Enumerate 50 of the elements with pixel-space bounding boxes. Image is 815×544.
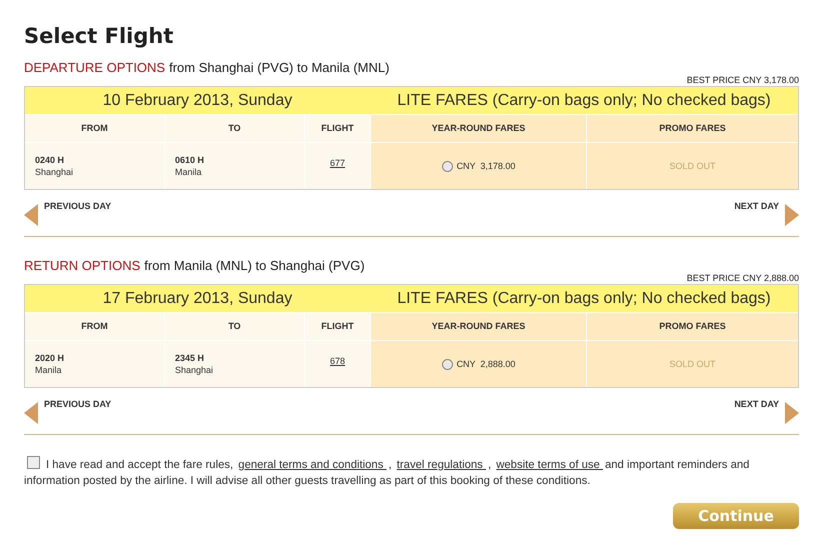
departure-time: 0240 H [35,154,66,166]
column-header: TO [165,115,305,142]
arrival-time: 2345 H [175,352,206,364]
arrival-city: Shanghai [175,364,214,376]
column-header: PROMO FARES [587,313,798,340]
route-text: from Manila (MNL) to Shanghai (PVG) [144,258,365,273]
terms-link[interactable]: website terms of use [496,459,603,471]
fare-radio[interactable] [442,160,453,172]
sold-out-text: SOLD OUT [669,161,716,171]
fare-price: CNY 2,888.00 [456,359,516,369]
section-label: RETURN OPTIONS [24,258,140,273]
column-header: TO [165,313,305,340]
section-label: DEPARTURE OPTIONS [24,60,166,75]
column-header: YEAR-ROUND FARES [371,115,587,142]
terms-link[interactable]: travel regulations [396,459,486,471]
fare-radio[interactable] [442,358,453,370]
departure-city: Shanghai [35,166,74,178]
previous-day-link[interactable]: PREVIOUS DAY [44,399,112,409]
left-arrow-icon[interactable] [24,204,38,226]
right-arrow-icon[interactable] [785,204,799,226]
sold-out-text: SOLD OUT [669,359,716,369]
next-day-link[interactable]: NEXT DAY [734,201,779,211]
column-header: FROM [25,313,165,340]
page-title: Select Flight [24,23,174,50]
departure-city: Manila [35,364,63,376]
flight-link[interactable]: 678 [330,356,346,366]
previous-day-link[interactable]: PREVIOUS DAY [44,201,112,211]
fares-title: LITE FARES (Carry-on bags only; No checked bags) [396,290,772,308]
agree-checkbox[interactable] [27,456,40,469]
date-text: 17 February 2013, Sunday [102,290,294,308]
agreement-text: I have read and accept the fare rules, general terms and conditions , travel regulations , website terms of use and important reminders and information posted by the airline. I will advise all other guests travelling as part of this booking of these conditions. [24,456,799,489]
best-price: BEST PRICE CNY 3,178.00 [686,74,799,86]
best-price: BEST PRICE CNY 2,888.00 [686,272,799,284]
arrival-city: Manila [175,166,203,178]
column-header: FLIGHT [305,313,371,340]
flight-link[interactable]: 677 [330,158,346,168]
terms-link[interactable]: general terms and conditions [238,459,386,471]
arrival-time: 0610 H [175,154,206,166]
departure-time: 2020 H [35,352,66,364]
next-day-link[interactable]: NEXT DAY [734,399,779,409]
right-arrow-icon[interactable] [785,402,799,424]
column-header: PROMO FARES [587,115,798,142]
fare-price: CNY 3,178.00 [456,161,516,171]
column-header: FROM [25,115,165,142]
date-text: 10 February 2013, Sunday [102,92,294,110]
fares-title: LITE FARES (Carry-on bags only; No checked bags) [396,92,772,110]
column-header: FLIGHT [305,115,371,142]
route-text: from Shanghai (PVG) to Manila (MNL) [169,60,390,75]
left-arrow-icon[interactable] [24,402,38,424]
column-header: YEAR-ROUND FARES [371,313,587,340]
